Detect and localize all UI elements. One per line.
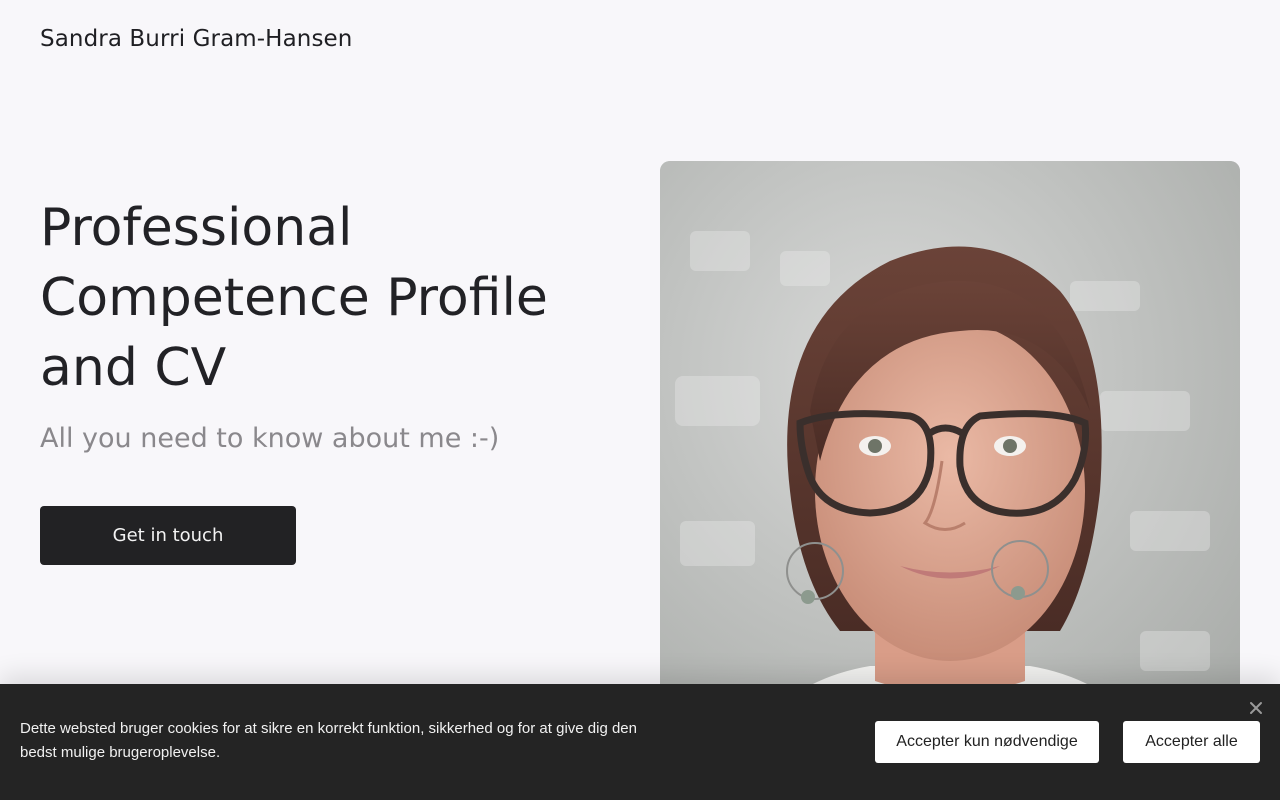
close-icon-glyph [1250, 702, 1262, 714]
hero-title: Professional Competence Profile and CV [40, 198, 548, 398]
close-icon[interactable] [1246, 698, 1266, 718]
hero-subtitle: All you need to know about me :-) [40, 423, 500, 454]
profile-photo [660, 161, 1240, 761]
cookie-banner: Dette websted bruger cookies for at sikr… [0, 684, 1280, 800]
site-title[interactable]: Sandra Burri Gram-Hansen [40, 26, 352, 52]
get-in-touch-button[interactable]: Get in touch [40, 506, 296, 565]
accept-necessary-button[interactable]: Accepter kun nødvendige [875, 721, 1099, 763]
portrait-illustration [660, 161, 1240, 761]
cookie-message: Dette websted bruger cookies for at sikr… [20, 720, 637, 761]
accept-all-button[interactable]: Accepter alle [1123, 721, 1260, 763]
